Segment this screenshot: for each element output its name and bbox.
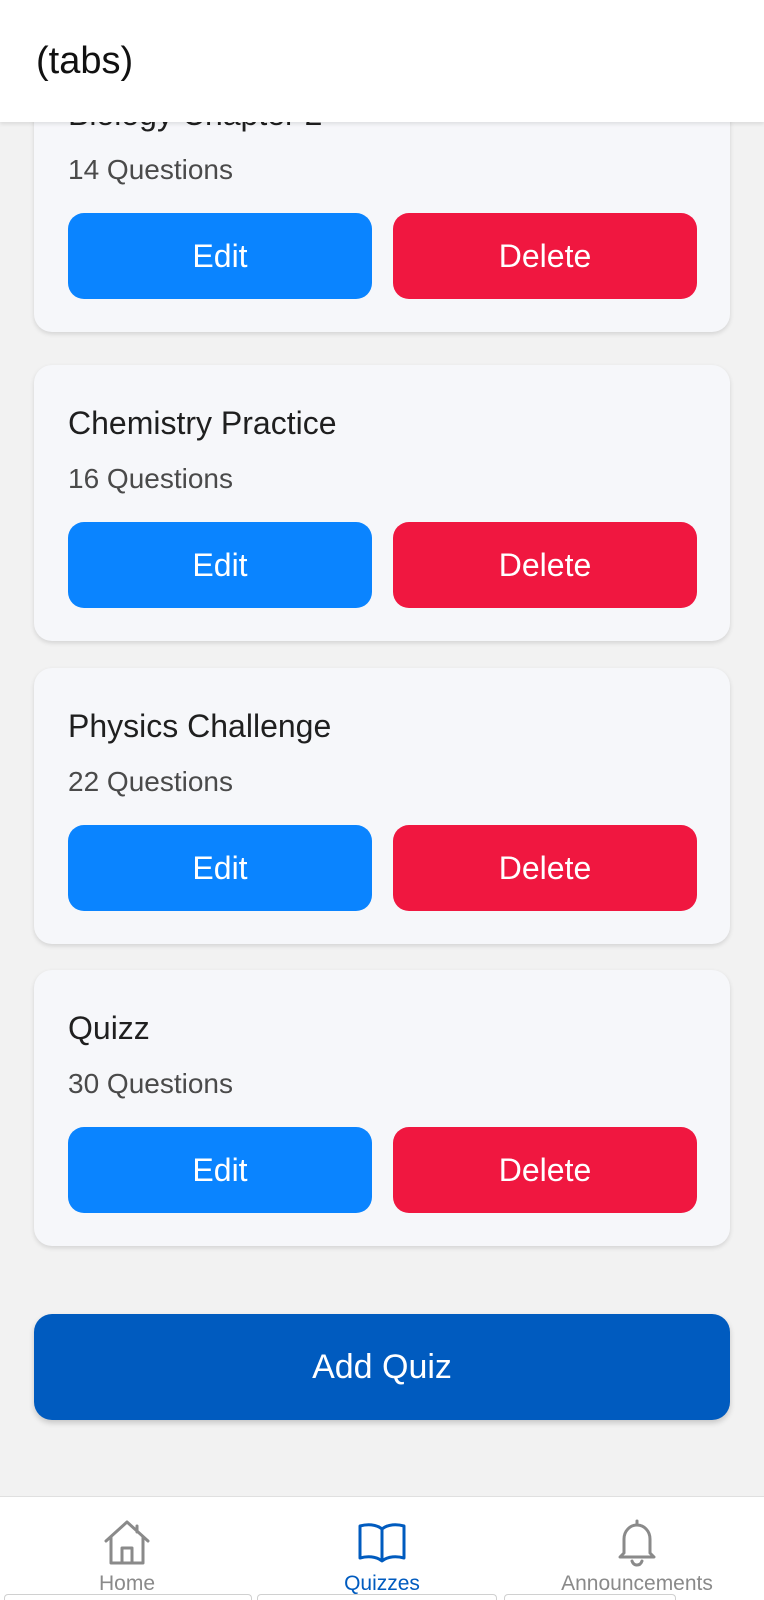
- quiz-title: Chemistry Practice: [68, 405, 337, 441]
- tab-indicator: [4, 1594, 252, 1600]
- quiz-card: Chemistry Practice 16 Questions Edit Del…: [34, 365, 730, 641]
- quiz-list[interactable]: Biology Chapter 2 14 Questions Edit Dele…: [0, 0, 764, 1496]
- screen: Biology Chapter 2 14 Questions Edit Dele…: [0, 0, 764, 1600]
- tab-label: Announcements: [561, 1572, 713, 1595]
- tab-quizzes[interactable]: Quizzes: [255, 1497, 509, 1600]
- tab-announcements[interactable]: Announcements: [504, 1497, 764, 1600]
- quiz-question-count: 16 Questions: [68, 463, 233, 494]
- add-quiz-button[interactable]: Add Quiz: [34, 1314, 730, 1420]
- edit-button[interactable]: Edit: [68, 1127, 372, 1213]
- edit-button[interactable]: Edit: [68, 522, 372, 608]
- bottom-tab-bar: Home Quizzes Announcements: [0, 1496, 764, 1600]
- tab-indicator: [257, 1594, 497, 1600]
- quiz-card: Physics Challenge 22 Questions Edit Dele…: [34, 668, 730, 944]
- quiz-question-count: 30 Questions: [68, 1068, 233, 1099]
- quiz-question-count: 14 Questions: [68, 154, 233, 185]
- header: (tabs): [0, 0, 764, 122]
- book-icon: [358, 1523, 406, 1563]
- quiz-card: Quizz 30 Questions Edit Delete: [34, 970, 730, 1246]
- delete-button[interactable]: Delete: [393, 1127, 697, 1213]
- quiz-title: Quizz: [68, 1010, 150, 1046]
- delete-button[interactable]: Delete: [393, 522, 697, 608]
- edit-button[interactable]: Edit: [68, 825, 372, 911]
- page-title: (tabs): [36, 40, 134, 82]
- quiz-question-count: 22 Questions: [68, 766, 233, 797]
- home-icon: [104, 1520, 150, 1565]
- delete-button[interactable]: Delete: [393, 825, 697, 911]
- quiz-title: Physics Challenge: [68, 708, 332, 744]
- edit-button[interactable]: Edit: [68, 213, 372, 299]
- tab-home[interactable]: Home: [0, 1497, 254, 1600]
- tab-label: Home: [98, 1572, 156, 1595]
- delete-button[interactable]: Delete: [393, 213, 697, 299]
- bell-icon: [618, 1519, 656, 1567]
- tab-label: Quizzes: [344, 1572, 420, 1595]
- tab-indicator: [504, 1594, 676, 1600]
